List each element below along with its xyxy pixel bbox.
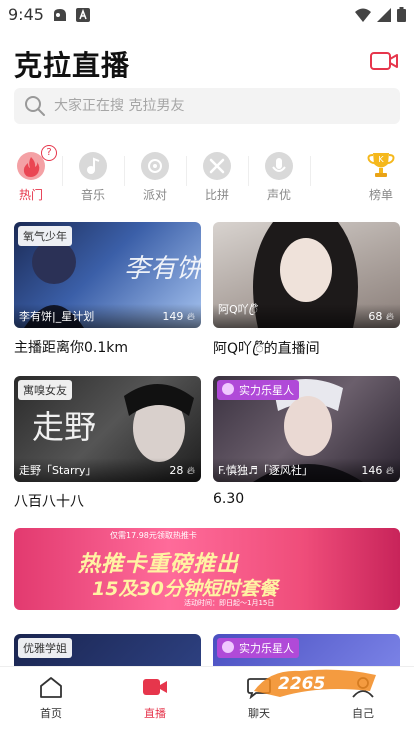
category-music[interactable]: 音乐 [67, 148, 125, 206]
host-name: 走野「Starry」 [19, 464, 97, 477]
signal-icon [377, 7, 391, 26]
category-label: 热门 [18, 188, 43, 202]
start-live-video-icon[interactable] [370, 50, 398, 72]
search-bar[interactable] [14, 88, 400, 124]
video-icon [141, 679, 169, 703]
search-input[interactable] [54, 88, 384, 124]
stream-card[interactable]: 阿Q吖ꦿ໊ 68 🔥︎ 阿Q吖ꦿ໊的直播间 [213, 222, 400, 366]
host-name: 李有饼|_星计划 [19, 310, 95, 323]
category-party[interactable]: 派对 [129, 148, 187, 206]
party-icon [141, 152, 169, 180]
nav-label: 自己 [352, 707, 374, 720]
wifi-icon [355, 7, 371, 26]
status-time: 9:45 [8, 5, 44, 24]
category-label: 榜单 [368, 188, 393, 202]
stream-caption: 主播距离你0.1km [14, 340, 129, 356]
banner-date: 活动时间：即日起～1月15日 [184, 599, 275, 607]
category-label: 派对 [142, 188, 167, 202]
stream-tag: 实力乐星人 [217, 380, 299, 400]
viewer-count: 149 🔥︎ [162, 310, 195, 323]
svg-text:2265: 2265 [278, 674, 325, 694]
banner-subline: 15及30分钟短时套餐 [92, 578, 278, 600]
search-icon [24, 95, 46, 121]
category-ranking[interactable]: K 榜单 [355, 148, 407, 206]
help-badge: ? [41, 145, 57, 161]
watermark-logo: 2265 [250, 661, 380, 701]
host-name: F.慎独♬「逐风社」 [218, 464, 313, 477]
nav-label: 首页 [40, 707, 62, 720]
flame-icon: 🔥︎ [186, 464, 195, 477]
battery-icon [397, 7, 406, 26]
status-bar: 9:45 [0, 0, 414, 30]
category-pk[interactable]: 比拼 [191, 148, 249, 206]
stream-thumbnail: 李有饼 氧气少年 李有饼|_星计划 149 🔥︎ [14, 222, 201, 328]
category-label: 比拼 [204, 188, 229, 202]
category-bar: ? 热门 音乐 派对 比拼 声优 K 榜单 [0, 145, 414, 208]
stream-card[interactable]: 走野 寓嗅女友 走野「Starry」 28 🔥︎ 八百八十八 [14, 376, 201, 511]
stream-caption: 八百八十八 [14, 494, 84, 510]
viewer-count: 68 🔥︎ [368, 310, 394, 323]
divider [310, 156, 311, 186]
viewer-count: 146 🔥︎ [361, 464, 394, 477]
svg-text:李有饼: 李有饼 [124, 254, 201, 284]
page-title: 克拉直播 [14, 49, 131, 82]
svg-text:K: K [378, 155, 384, 164]
category-label: 音乐 [80, 188, 105, 202]
stream-thumbnail: 实力乐星人 F.慎独♬「逐风社」 146 🔥︎ [213, 376, 400, 482]
stream-tag: 寓嗅女友 [18, 380, 72, 400]
stream-thumbnail: 阿Q吖ꦿ໊ 68 🔥︎ [213, 222, 400, 328]
category-voice[interactable]: 声优 [253, 148, 311, 206]
category-label: 声优 [266, 188, 291, 202]
stream-caption: 6.30 [213, 491, 245, 507]
host-name: 阿Q吖ꦿ໊ [218, 303, 258, 316]
stream-card[interactable]: 李有饼 氧气少年 李有饼|_星计划 149 🔥︎ 主播距离你0.1km [14, 222, 201, 357]
nav-live[interactable]: 直播 [120, 675, 190, 721]
a-notification-icon [76, 7, 90, 26]
nav-label: 聊天 [248, 707, 270, 720]
music-icon [79, 152, 107, 180]
banner-top-line: 仅需17.98元领取热推卡 [110, 531, 197, 540]
home-icon [38, 677, 64, 703]
divider [124, 156, 125, 186]
flame-icon: 🔥︎ [186, 310, 195, 323]
crossed-swords-icon [203, 152, 231, 180]
promo-banner[interactable]: 仅需17.98元领取热推卡 热推卡重磅推出 15及30分钟短时套餐 活动时间：即… [14, 528, 400, 610]
stream-card[interactable]: 实力乐星人 F.慎独♬「逐风社」 146 🔥︎ 6.30 [213, 376, 400, 507]
stream-thumbnail: 走野 寓嗅女友 走野「Starry」 28 🔥︎ [14, 376, 201, 482]
stream-tag: 实力乐星人 [217, 638, 299, 658]
stream-tag: 优雅学姐 [18, 638, 72, 658]
divider [248, 156, 249, 186]
trophy-icon: K [367, 152, 395, 180]
stream-tag: 氧气少年 [18, 226, 72, 246]
flame-icon: 🔥︎ [385, 464, 394, 477]
bottom-nav: 首页 直播 聊天 自己 2265 [0, 666, 414, 736]
nav-label: 直播 [144, 707, 166, 720]
nav-home[interactable]: 首页 [16, 675, 86, 721]
svg-text:走野: 走野 [32, 408, 96, 446]
divider [186, 156, 187, 186]
divider [62, 156, 63, 186]
voice-icon [265, 152, 293, 180]
category-hot[interactable]: ? 热门 [5, 145, 63, 206]
flame-icon: 🔥︎ [385, 310, 394, 323]
stream-card[interactable]: 优雅学姐 [14, 634, 201, 666]
viewer-count: 28 🔥︎ [169, 464, 195, 477]
stream-caption: 阿Q吖ꦿ໊的直播间 [213, 341, 320, 357]
app-notification-icon [52, 7, 68, 27]
stream-thumbnail: 优雅学姐 [14, 634, 201, 666]
